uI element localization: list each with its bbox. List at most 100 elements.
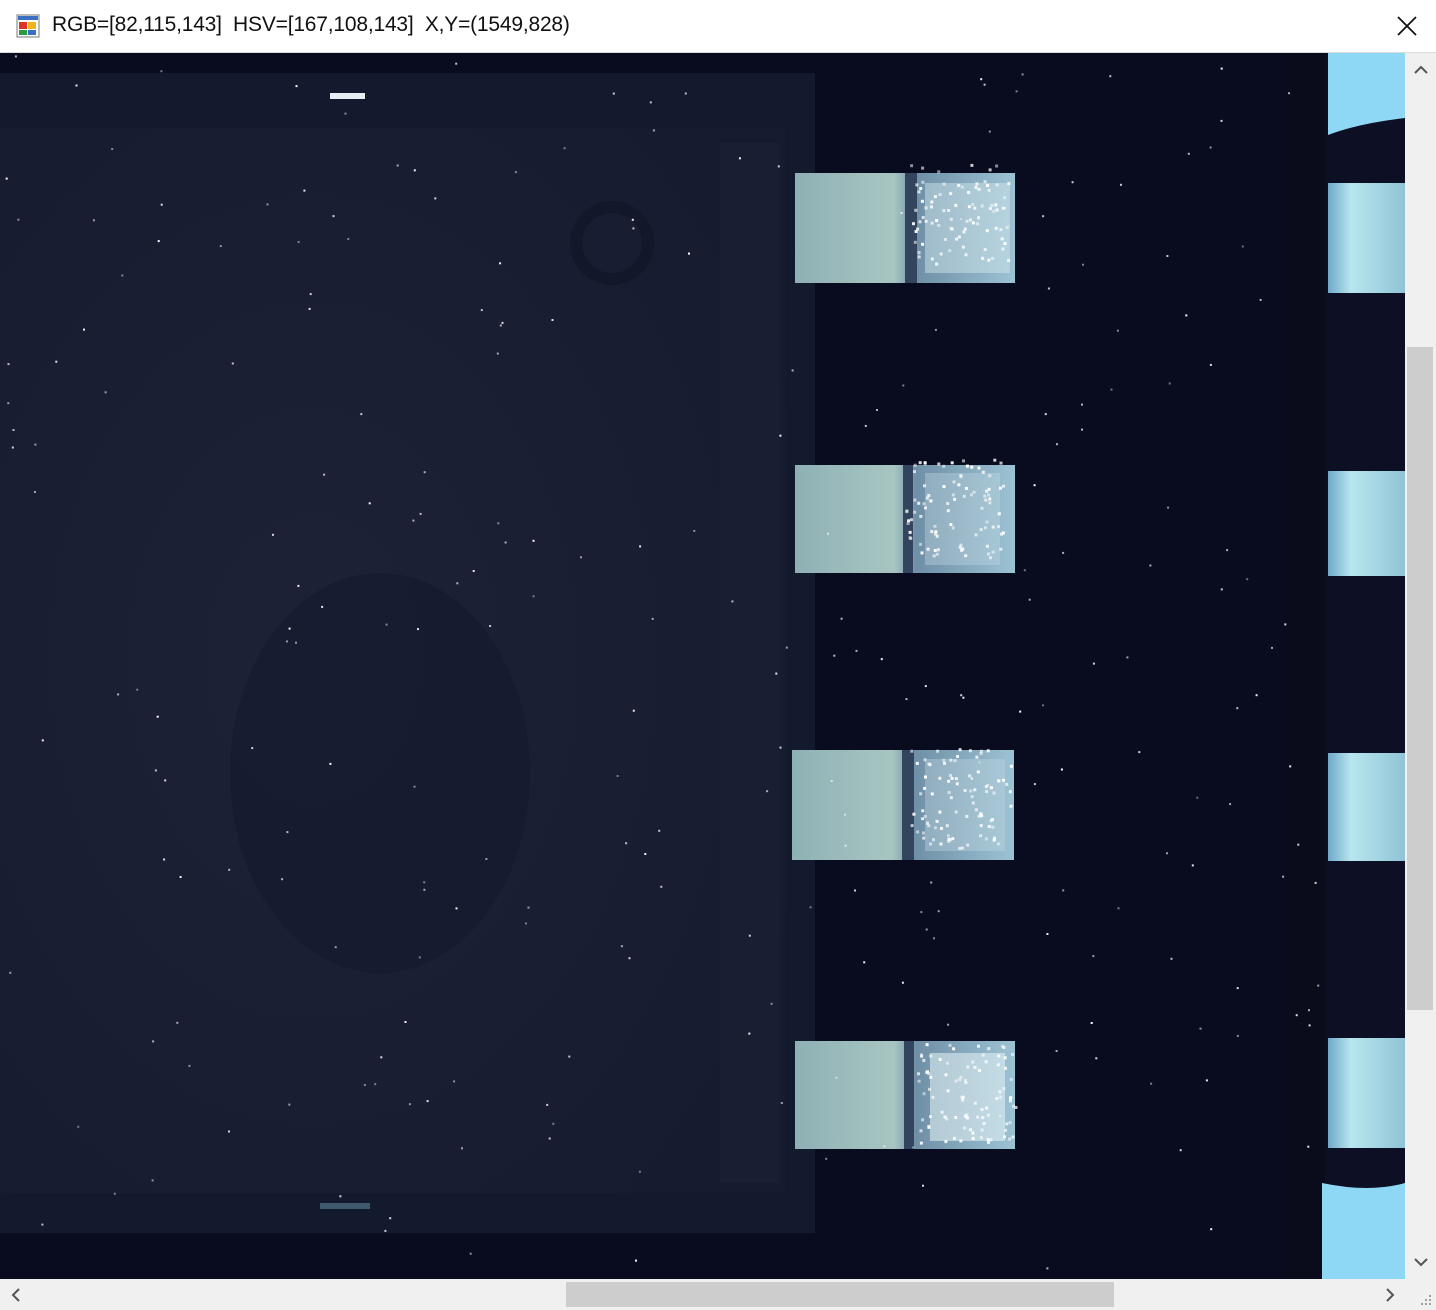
speckle bbox=[1255, 694, 1258, 697]
lead-speckle bbox=[930, 257, 934, 261]
speckle bbox=[332, 215, 335, 218]
scroll-up-button[interactable] bbox=[1405, 53, 1436, 87]
lead-speckle bbox=[946, 834, 950, 838]
speckle bbox=[368, 502, 371, 505]
marking-shadow bbox=[230, 573, 530, 973]
lead-speckle bbox=[916, 830, 920, 834]
lead-speckle bbox=[940, 826, 943, 830]
lead-speckle bbox=[970, 795, 974, 799]
vertical-scroll-thumb[interactable] bbox=[1407, 347, 1433, 1010]
speckle bbox=[41, 739, 44, 742]
speckle bbox=[514, 171, 517, 174]
lead-speckle bbox=[918, 220, 922, 224]
lead-speckle bbox=[997, 779, 1001, 783]
resize-grip-icon bbox=[1421, 1295, 1431, 1305]
lead-speckle bbox=[905, 509, 909, 513]
speckle bbox=[527, 906, 530, 909]
lead-speckle bbox=[1008, 1099, 1012, 1103]
speckle bbox=[228, 1130, 230, 1133]
speckle bbox=[164, 779, 167, 782]
horizontal-scroll-thumb[interactable] bbox=[566, 1282, 1114, 1307]
speckle bbox=[157, 240, 160, 243]
lead-speckle bbox=[976, 222, 980, 226]
lead-speckle bbox=[938, 810, 942, 814]
lead-speckle bbox=[997, 525, 1000, 529]
lead-speckle bbox=[987, 1140, 990, 1144]
speckle bbox=[499, 324, 502, 327]
lead-speckle bbox=[954, 777, 958, 781]
lead-speckle bbox=[947, 779, 951, 783]
speckle bbox=[1284, 623, 1287, 626]
close-button[interactable] bbox=[1378, 0, 1436, 52]
speckle bbox=[1046, 933, 1049, 935]
speckle bbox=[77, 1125, 80, 1128]
speckle bbox=[779, 746, 782, 749]
speckle bbox=[303, 189, 306, 192]
speckle bbox=[160, 203, 163, 206]
speckle bbox=[970, 777, 973, 780]
lead-speckle bbox=[986, 1113, 990, 1117]
lead-speckle bbox=[995, 208, 999, 212]
glint-top bbox=[330, 93, 365, 99]
chevron-left-icon bbox=[11, 1287, 20, 1302]
scroll-down-button[interactable] bbox=[1405, 1245, 1436, 1279]
lead-speckle bbox=[930, 792, 934, 796]
lead-speckle bbox=[979, 528, 983, 532]
speckle bbox=[1149, 564, 1152, 567]
speckle bbox=[791, 369, 794, 372]
scroll-left-button[interactable] bbox=[0, 1279, 31, 1310]
lead-speckle bbox=[986, 183, 990, 187]
lead-speckle bbox=[1001, 247, 1005, 251]
lead-speckle bbox=[976, 187, 980, 191]
lead-speckle bbox=[935, 262, 939, 266]
lead-speckle bbox=[981, 1116, 985, 1120]
speckle bbox=[469, 1252, 472, 1255]
lead-speckle bbox=[910, 749, 914, 753]
speckle bbox=[1166, 852, 1168, 855]
lead-speckle bbox=[966, 843, 970, 847]
lead-speckle bbox=[1009, 804, 1013, 808]
resize-grip[interactable] bbox=[1405, 1279, 1436, 1310]
scroll-right-button[interactable] bbox=[1374, 1279, 1405, 1310]
lead-speckle bbox=[987, 188, 991, 192]
lead-speckle bbox=[990, 204, 994, 207]
speckle bbox=[1282, 875, 1285, 878]
lead-speckle bbox=[1007, 182, 1011, 186]
speckle bbox=[779, 434, 782, 437]
lead-speckle bbox=[942, 464, 946, 468]
lead-speckle bbox=[952, 1047, 956, 1051]
lead-speckle bbox=[960, 548, 964, 552]
side-strip-seg2 bbox=[1328, 471, 1405, 576]
lead-speckle bbox=[919, 1129, 923, 1133]
speckle bbox=[1082, 263, 1084, 266]
speckle bbox=[775, 672, 778, 675]
image-viewport[interactable] bbox=[0, 53, 1405, 1279]
speckle bbox=[113, 1192, 116, 1195]
lead-speckle bbox=[935, 552, 939, 556]
speckle bbox=[1317, 984, 1320, 987]
lead-speckle bbox=[910, 824, 914, 828]
speckle bbox=[930, 881, 933, 884]
lead-speckle bbox=[906, 522, 910, 525]
lead-speckle bbox=[933, 826, 937, 830]
lead-speckle bbox=[985, 1106, 989, 1110]
lead-speckle bbox=[937, 224, 941, 227]
lead-speckle bbox=[946, 1089, 950, 1093]
speckle bbox=[1170, 957, 1173, 960]
lead-speckle bbox=[989, 1138, 993, 1142]
lead-speckle bbox=[981, 1053, 985, 1057]
lead-speckle bbox=[983, 494, 987, 498]
lead-speckle bbox=[920, 817, 924, 821]
speckle bbox=[1220, 588, 1223, 591]
speckle bbox=[423, 881, 426, 884]
lead-speckle bbox=[919, 1141, 923, 1145]
lead-speckle bbox=[988, 501, 992, 505]
lead-speckle bbox=[907, 519, 911, 523]
speckle bbox=[163, 858, 166, 861]
lead-speckle bbox=[955, 782, 959, 786]
lead-speckle bbox=[977, 1044, 980, 1048]
lead-speckle bbox=[921, 1118, 925, 1122]
lead-speckle bbox=[984, 837, 988, 841]
lead-speckle bbox=[969, 1128, 972, 1132]
lead-speckle bbox=[999, 486, 1002, 490]
